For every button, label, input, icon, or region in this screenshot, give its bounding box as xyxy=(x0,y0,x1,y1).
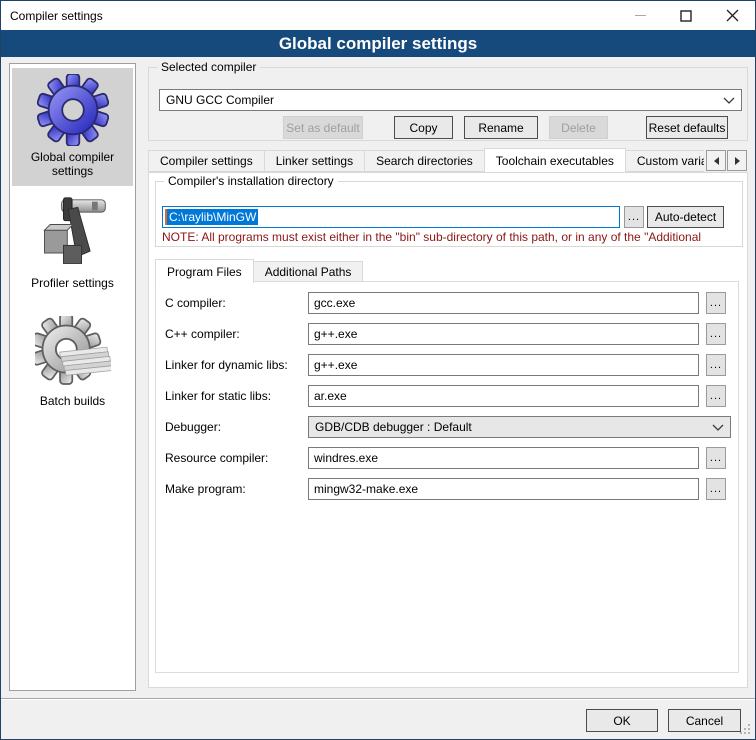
directory-browse-button[interactable]: ... xyxy=(624,206,644,228)
tab-compiler-settings[interactable]: Compiler settings xyxy=(148,150,265,172)
close-button[interactable] xyxy=(709,1,755,30)
set-as-default-button[interactable]: Set as default xyxy=(283,116,363,139)
resource-compiler-browse-button[interactable]: ... xyxy=(706,447,726,469)
blue-gear-icon xyxy=(37,74,109,146)
make-program-browse-button[interactable]: ... xyxy=(706,478,726,500)
window-controls xyxy=(617,1,755,30)
sidebar-item-label: Profiler settings xyxy=(31,276,114,290)
subtab-additional-paths[interactable]: Additional Paths xyxy=(253,261,364,282)
debugger-value: GDB/CDB debugger : Default xyxy=(315,420,712,434)
tab-search-directories[interactable]: Search directories xyxy=(364,150,485,172)
debugger-label: Debugger: xyxy=(165,416,221,438)
sidebar-item-batch-builds[interactable]: Batch builds xyxy=(12,316,133,420)
c-compiler-label: C compiler: xyxy=(165,292,226,314)
close-icon xyxy=(726,9,739,22)
installation-directory-value: C:\raylib\MinGW xyxy=(167,209,258,225)
debugger-dropdown[interactable]: GDB/CDB debugger : Default xyxy=(308,416,731,438)
cpp-compiler-browse-button[interactable]: ... xyxy=(706,323,726,345)
c-compiler-input[interactable] xyxy=(308,292,699,314)
resource-compiler-label: Resource compiler: xyxy=(165,447,268,469)
installation-directory-input[interactable]: C:\raylib\MinGW xyxy=(162,206,620,228)
sidebar-item-label: Global compiler settings xyxy=(23,150,123,178)
rename-button[interactable]: Rename xyxy=(464,116,538,139)
triangle-left-icon xyxy=(714,157,719,165)
main-tabstrip: Compiler settings Linker settings Search… xyxy=(148,148,704,172)
copy-button[interactable]: Copy xyxy=(394,116,453,139)
dynamic-linker-label: Linker for dynamic libs: xyxy=(165,354,288,376)
auto-detect-button[interactable]: Auto-detect xyxy=(647,206,724,228)
program-files-tabstrip: Program Files Additional Paths xyxy=(155,259,363,282)
reset-defaults-button[interactable]: Reset defaults xyxy=(646,116,728,139)
subtab-program-files[interactable]: Program Files xyxy=(155,259,254,283)
c-compiler-browse-button[interactable]: ... xyxy=(706,292,726,314)
triangle-right-icon xyxy=(735,157,740,165)
resource-compiler-input[interactable] xyxy=(308,447,699,469)
static-linker-browse-button[interactable]: ... xyxy=(706,385,726,407)
sidebar-item-global-compiler-settings[interactable]: Global compiler settings xyxy=(12,68,133,186)
dialog-header: Global compiler settings xyxy=(1,30,755,57)
delete-button[interactable]: Delete xyxy=(549,116,608,139)
toolchain-executables-page: Compiler's installation directory C:\ray… xyxy=(148,172,748,688)
sidebar-item-label: Batch builds xyxy=(40,394,105,408)
selected-compiler-value: GNU GCC Compiler xyxy=(166,93,723,107)
bin-subdirectory-note: NOTE: All programs must exist either in … xyxy=(162,230,734,244)
ok-button[interactable]: OK xyxy=(586,709,658,732)
chevron-down-icon xyxy=(712,424,724,431)
installation-directory-legend: Compiler's installation directory xyxy=(164,174,338,189)
tab-custom-variables[interactable]: Custom variables xyxy=(625,150,704,172)
sidebar-item-profiler-settings[interactable]: Profiler settings xyxy=(12,194,133,304)
tab-scroll-left-button[interactable] xyxy=(706,150,726,171)
dynamic-linker-input[interactable] xyxy=(308,354,699,376)
settings-sidebar: Global compiler settings Profiler settin… xyxy=(9,63,136,691)
tab-scroll-right-button[interactable] xyxy=(727,150,747,171)
program-files-page: C compiler: ... C++ compiler: ... Linker… xyxy=(155,281,739,673)
minimize-icon xyxy=(635,15,646,16)
cpp-compiler-label: C++ compiler: xyxy=(165,323,240,345)
window-title: Compiler settings xyxy=(10,9,103,23)
tab-scroll-arrows xyxy=(706,150,747,171)
compiler-settings-dialog: Compiler settings Global compiler settin… xyxy=(0,0,756,740)
dialog-header-title: Global compiler settings xyxy=(279,34,477,54)
static-linker-label: Linker for static libs: xyxy=(165,385,271,407)
caliper-icon xyxy=(35,194,111,274)
static-linker-input[interactable] xyxy=(308,385,699,407)
tab-linker-settings[interactable]: Linker settings xyxy=(264,150,365,172)
gray-gear-stack-icon xyxy=(35,316,111,392)
minimize-button[interactable] xyxy=(617,1,663,30)
chevron-down-icon xyxy=(723,97,735,104)
make-program-label: Make program: xyxy=(165,478,246,500)
cpp-compiler-input[interactable] xyxy=(308,323,699,345)
make-program-input[interactable] xyxy=(308,478,699,500)
tab-toolchain-executables[interactable]: Toolchain executables xyxy=(484,148,626,172)
selected-compiler-legend: Selected compiler xyxy=(157,60,260,75)
footer-divider xyxy=(1,698,755,700)
dynamic-linker-browse-button[interactable]: ... xyxy=(706,354,726,376)
maximize-icon xyxy=(680,10,692,22)
maximize-button[interactable] xyxy=(663,1,709,30)
selected-compiler-dropdown[interactable]: GNU GCC Compiler xyxy=(159,89,742,111)
resize-grip[interactable] xyxy=(740,724,752,736)
cancel-button[interactable]: Cancel xyxy=(668,709,741,732)
